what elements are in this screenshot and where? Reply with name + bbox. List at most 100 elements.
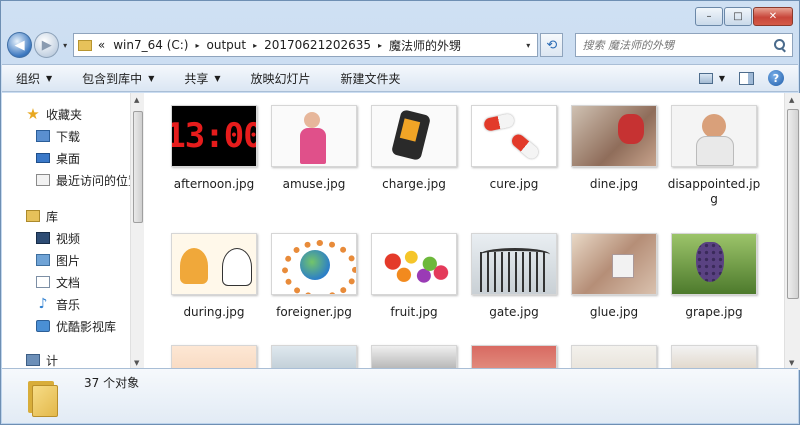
sidebar-scrollbar[interactable]: ▲ ▼: [130, 93, 144, 370]
sidebar-item-desktop[interactable]: 桌面: [2, 147, 144, 169]
command-bar-right: ▼ ?: [698, 70, 798, 86]
file-thumbnail: [171, 233, 257, 295]
command-bar: 组织 ▼ 包含到库中 ▼ 共享 ▼ 放映幻灯片 新建文件夹 ▼ ?: [2, 64, 798, 92]
file-item[interactable]: during.jpg: [164, 233, 264, 320]
breadcrumb-item-current[interactable]: 魔法师的外甥: [389, 37, 461, 54]
sidebar-item-documents[interactable]: 文档: [2, 271, 144, 293]
file-list-scrollbar[interactable]: ▲ ▼: [784, 93, 800, 370]
navigation-row: ◀ ▶ ▾ « win7_64 (C:) ▸ output ▸ 20170621…: [7, 31, 793, 59]
file-thumbnail: 13:00: [171, 105, 257, 167]
scrollbar-thumb[interactable]: [133, 111, 143, 223]
file-name: cure.jpg: [489, 177, 539, 191]
sidebar-item-label: 最近访问的位置: [56, 173, 141, 188]
close-button[interactable]: ✕: [753, 7, 793, 26]
file-name: grape.jpg: [685, 305, 743, 319]
address-chevron[interactable]: «: [98, 38, 105, 52]
change-view-icon[interactable]: [698, 72, 713, 84]
file-name: fruit.jpg: [390, 305, 438, 319]
breadcrumb-separator-icon[interactable]: ▸: [378, 41, 382, 50]
library-icon: [26, 210, 40, 222]
file-item[interactable]: grape.jpg: [664, 233, 764, 320]
include-in-library-menu[interactable]: 包含到库中 ▼: [82, 70, 154, 87]
file-thumbnail: [571, 105, 657, 167]
file-item[interactable]: charge.jpg: [364, 105, 464, 192]
slideshow-button[interactable]: 放映幻灯片: [251, 70, 311, 87]
breadcrumb-item-output[interactable]: output: [207, 38, 247, 52]
file-item[interactable]: cure.jpg: [464, 105, 564, 192]
new-folder-button[interactable]: 新建文件夹: [341, 70, 401, 87]
share-menu[interactable]: 共享 ▼: [184, 70, 220, 87]
chevron-down-icon: ▼: [214, 73, 221, 83]
file-item[interactable]: dine.jpg: [564, 105, 664, 192]
back-button[interactable]: ◀: [7, 32, 33, 58]
file-name: charge.jpg: [382, 177, 446, 191]
file-name: disappointed.jpg: [667, 177, 761, 206]
scroll-up-icon[interactable]: ▲: [134, 96, 139, 104]
help-icon[interactable]: ?: [768, 70, 784, 86]
file-item[interactable]: 13:00 afternoon.jpg: [164, 105, 264, 192]
file-thumbnail: [671, 233, 757, 295]
sidebar-item-label: 图片: [56, 253, 81, 268]
file-item[interactable]: disappointed.jpg: [664, 105, 764, 207]
address-bar[interactable]: « win7_64 (C:) ▸ output ▸ 20170621202635…: [72, 33, 539, 57]
address-history-dropdown[interactable]: ▾: [523, 41, 533, 50]
star-icon: ★: [26, 105, 40, 123]
refresh-button[interactable]: ⟲: [540, 33, 564, 57]
sidebar-group-computer[interactable]: 计: [2, 353, 144, 367]
file-name: dine.jpg: [589, 177, 639, 191]
file-item[interactable]: glue.jpg: [564, 233, 664, 320]
scrollbar-thumb[interactable]: [787, 109, 799, 299]
view-options-dropdown[interactable]: ▼: [719, 74, 725, 83]
breadcrumb-item-timestamp[interactable]: 20170621202635: [264, 38, 371, 52]
chevron-down-icon: ▼: [46, 73, 53, 83]
file-name: foreigner.jpg: [276, 305, 352, 319]
sidebar-item-music[interactable]: ♪ 音乐: [2, 293, 144, 315]
scroll-down-icon[interactable]: ▼: [789, 359, 794, 367]
youku-library-icon: [36, 320, 50, 332]
navigation-pane: ★ 收藏夹 下载 桌面 最近访问的位置 库 视频 图片 文档 ♪ 音乐 优酷影视…: [2, 93, 144, 370]
file-name: glue.jpg: [589, 305, 639, 319]
documents-library-icon: [36, 276, 50, 288]
file-name: during.jpg: [183, 305, 245, 319]
file-item[interactable]: gate.jpg: [464, 233, 564, 320]
search-input[interactable]: [582, 38, 774, 52]
item-count: 37 个对象: [84, 376, 140, 390]
file-name: gate.jpg: [489, 305, 539, 319]
breadcrumb-item-drive[interactable]: win7_64 (C:): [113, 38, 188, 52]
sidebar-item-label: 音乐: [56, 297, 81, 312]
sidebar-item-label: 桌面: [56, 151, 81, 166]
maximize-button[interactable]: □: [724, 7, 752, 26]
caption-buttons: – □ ✕: [695, 7, 793, 26]
search-icon[interactable]: [774, 39, 786, 51]
file-item[interactable]: amuse.jpg: [264, 105, 364, 192]
sidebar-group-libraries[interactable]: 库: [2, 205, 144, 227]
sidebar-item-youku[interactable]: 优酷影视库: [2, 315, 144, 337]
organize-label: 组织: [16, 71, 41, 86]
file-thumbnail: [271, 105, 357, 167]
file-item[interactable]: fruit.jpg: [364, 233, 464, 320]
preview-pane-icon[interactable]: [739, 71, 754, 85]
recent-pages-dropdown[interactable]: ▾: [59, 41, 71, 50]
sidebar-item-downloads[interactable]: 下载: [2, 125, 144, 147]
forward-button[interactable]: ▶: [34, 32, 60, 58]
breadcrumb-separator-icon[interactable]: ▸: [253, 41, 257, 50]
breadcrumb-separator-icon[interactable]: ▸: [196, 41, 200, 50]
desktop-icon: [36, 153, 50, 163]
organize-menu[interactable]: 组织 ▼: [16, 70, 52, 87]
pictures-library-icon: [36, 254, 50, 266]
minimize-button[interactable]: –: [695, 7, 723, 26]
file-thumbnail: [471, 105, 557, 167]
sidebar-group-favorites[interactable]: ★ 收藏夹: [2, 103, 144, 125]
file-thumbnail: [371, 233, 457, 295]
file-thumbnail: [671, 105, 757, 167]
recent-places-icon: [36, 174, 50, 186]
sidebar-item-pictures[interactable]: 图片: [2, 249, 144, 271]
scroll-up-icon[interactable]: ▲: [789, 96, 794, 104]
search-box[interactable]: [575, 33, 793, 57]
sidebar-item-videos[interactable]: 视频: [2, 227, 144, 249]
sidebar-item-recent-places[interactable]: 最近访问的位置: [2, 169, 144, 191]
file-item[interactable]: foreigner.jpg: [264, 233, 364, 320]
refresh-icon: ⟲: [546, 37, 558, 53]
scroll-down-icon[interactable]: ▼: [134, 359, 139, 367]
file-thumbnail: [371, 105, 457, 167]
